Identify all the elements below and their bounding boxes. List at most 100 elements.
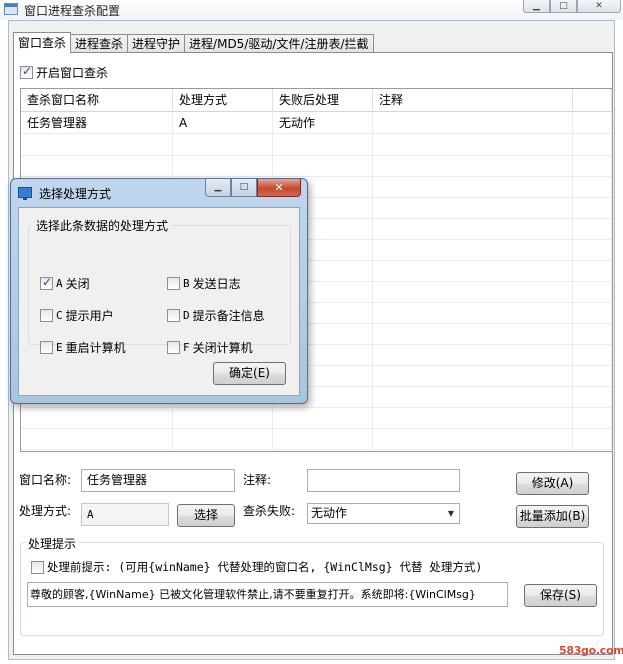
table-header: 查杀窗口名称 处理方式 失败后处理 注释 — [21, 89, 612, 112]
main-titlebar[interactable]: 窗口进程查杀配置 ▁ □ ✕ — [0, 0, 623, 20]
empty-table-row — [21, 408, 612, 429]
empty-cell — [21, 408, 173, 429]
tab-process-kill[interactable]: 进程查杀 — [70, 34, 129, 53]
empty-cell — [573, 303, 612, 324]
empty-cell — [21, 135, 173, 156]
column-header-window-name[interactable]: 查杀窗口名称 — [21, 89, 173, 112]
window-controls: ▁ □ ✕ — [523, 0, 621, 13]
empty-cell — [573, 261, 612, 282]
option-e-label: 重启计算机 — [65, 341, 126, 355]
option-d-code: D — [183, 309, 190, 322]
empty-cell — [173, 135, 273, 156]
empty-cell — [373, 261, 573, 282]
option-e-code: E — [56, 341, 63, 354]
option-e-checkbox[interactable] — [40, 341, 53, 354]
column-header-on-fail[interactable]: 失败后处理 — [273, 89, 373, 112]
empty-cell — [573, 177, 612, 198]
dialog-title: 选择处理方式 — [39, 187, 112, 201]
pre-prompt-checkbox[interactable] — [31, 560, 44, 574]
dialog-minimize-button[interactable]: ▁ — [205, 179, 231, 197]
dropdown-arrow-icon: ▼ — [447, 509, 454, 518]
empty-cell — [573, 324, 612, 345]
note-label: 注释: — [243, 473, 272, 487]
maximize-button[interactable]: □ — [550, 0, 577, 13]
empty-cell — [373, 345, 573, 366]
empty-cell — [21, 156, 173, 177]
tab-strip: 窗口查杀 进程查杀 进程守护 进程/MD5/驱动/文件/注册表/拦截 — [13, 32, 374, 53]
window-title: 窗口进程查杀配置 — [24, 4, 121, 18]
option-c-label: 提示用户 — [65, 309, 114, 323]
handling-tip-title: 处理提示 — [25, 535, 80, 552]
pre-prompt-label: 处理前提示: (可用{winName} 代替处理的窗口名, {WinClMsg}… — [47, 560, 483, 574]
batch-add-button[interactable]: 批量添加(B) — [516, 505, 589, 528]
dialog-close-button[interactable]: ✕ — [257, 179, 301, 197]
empty-cell — [373, 135, 573, 156]
empty-cell — [21, 429, 173, 450]
empty-cell — [573, 240, 612, 261]
option-f-row[interactable]: F 关闭计算机 — [167, 339, 253, 356]
dialog-window-controls: ▁ □ ✕ — [205, 179, 301, 197]
cell-window-name: 任务管理器 — [21, 113, 173, 134]
empty-cell — [273, 135, 373, 156]
prompt-message-input[interactable]: 尊敬的顾客,{WinName} 已被文化管理软件禁止,请不要重复打开。系统即将:… — [27, 582, 508, 607]
enable-window-kill-row[interactable]: 开启窗口查杀 — [20, 64, 108, 81]
method-input: A — [81, 503, 169, 526]
fail-action-label: 查杀失败: — [243, 504, 296, 518]
empty-table-row — [21, 429, 612, 450]
tab-window-kill[interactable]: 窗口查杀 — [13, 32, 72, 53]
option-e-row[interactable]: E 重启计算机 — [40, 339, 126, 356]
site-watermark: 583go.com — [559, 644, 623, 657]
minimize-button[interactable]: ▁ — [523, 0, 550, 13]
option-d-checkbox[interactable] — [167, 309, 180, 322]
save-button[interactable]: 保存(S) — [524, 584, 597, 607]
fail-action-value: 无动作 — [311, 506, 348, 520]
dialog-ok-button[interactable]: 确定(E) — [213, 362, 286, 385]
empty-cell — [373, 387, 573, 408]
table-row[interactable]: 任务管理器 A 无动作 — [21, 113, 612, 134]
option-c-row[interactable]: C 提示用户 — [40, 307, 114, 324]
select-method-button[interactable]: 选择 — [177, 504, 235, 527]
option-a-code: A — [56, 277, 63, 290]
empty-cell — [373, 282, 573, 303]
empty-cell — [573, 156, 612, 177]
dialog-maximize-button[interactable]: □ — [231, 179, 257, 197]
empty-cell — [573, 387, 612, 408]
option-a-checkbox[interactable] — [40, 275, 53, 290]
option-c-code: C — [56, 309, 63, 322]
option-c-checkbox[interactable] — [40, 309, 53, 322]
option-d-label: 提示备注信息 — [192, 309, 265, 323]
window-name-input[interactable]: 任务管理器 — [81, 469, 235, 492]
tab-process-md5-driver-file-registry-block[interactable]: 进程/MD5/驱动/文件/注册表/拦截 — [184, 34, 374, 53]
cell-note — [373, 113, 573, 134]
note-input[interactable] — [307, 469, 460, 492]
enable-window-kill-label: 开启窗口查杀 — [36, 66, 109, 80]
empty-cell — [373, 156, 573, 177]
empty-cell — [373, 219, 573, 240]
close-button[interactable]: ✕ — [577, 0, 621, 13]
empty-cell — [373, 177, 573, 198]
option-a-row[interactable]: A 关闭 — [40, 275, 90, 292]
option-b-checkbox[interactable] — [167, 277, 180, 290]
column-header-method[interactable]: 处理方式 — [173, 89, 273, 112]
option-f-checkbox[interactable] — [167, 341, 180, 354]
enable-window-kill-checkbox[interactable] — [20, 64, 33, 79]
dialog-client-area: 选择此条数据的处理方式 A 关闭 B 发送日志 C 提示用户 D 提示备注信息 … — [18, 207, 300, 396]
pre-prompt-row[interactable]: 处理前提示: (可用{winName} 代替处理的窗口名, {WinClMsg}… — [31, 559, 482, 575]
empty-cell — [273, 429, 373, 450]
empty-cell — [373, 198, 573, 219]
option-b-row[interactable]: B 发送日志 — [167, 275, 241, 292]
option-b-label: 发送日志 — [192, 277, 241, 291]
empty-cell — [373, 324, 573, 345]
cell-on-fail: 无动作 — [273, 113, 373, 134]
fail-action-select[interactable]: 无动作 ▼ — [307, 503, 460, 524]
column-header-note[interactable]: 注释 — [373, 89, 573, 112]
empty-cell — [373, 240, 573, 261]
modify-button[interactable]: 修改(A) — [516, 472, 589, 495]
option-d-row[interactable]: D 提示备注信息 — [167, 307, 265, 324]
tab-process-guard[interactable]: 进程守护 — [127, 34, 186, 53]
empty-cell — [373, 429, 573, 450]
empty-cell — [573, 429, 612, 450]
empty-cell — [573, 282, 612, 303]
select-method-dialog[interactable]: 选择处理方式 ▁ □ ✕ 选择此条数据的处理方式 A 关闭 B 发送日志 C 提… — [10, 178, 308, 404]
option-f-label: 关闭计算机 — [192, 341, 253, 355]
